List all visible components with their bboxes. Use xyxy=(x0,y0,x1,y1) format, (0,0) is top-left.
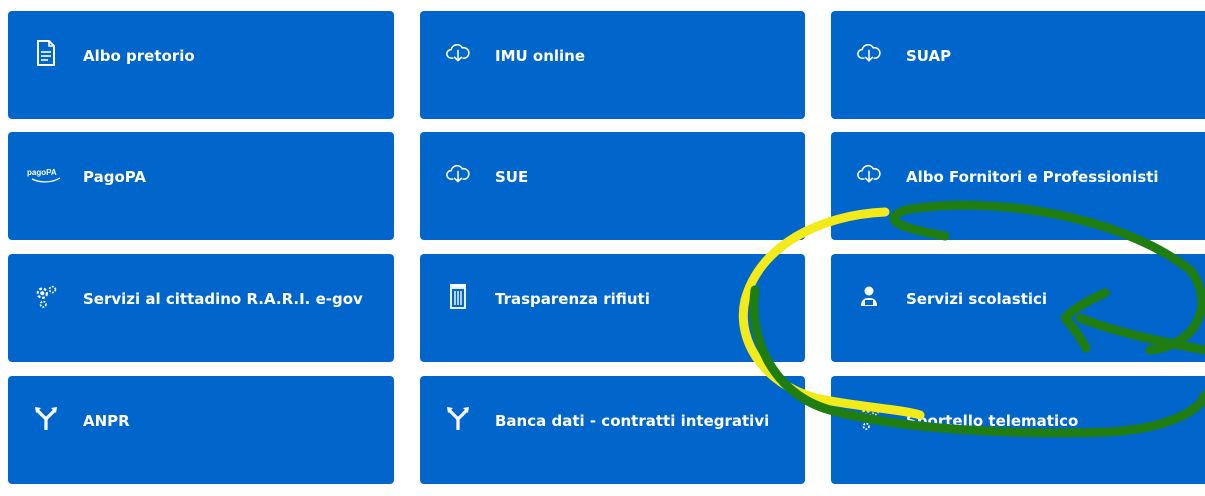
tile-albo-fornitori[interactable]: Albo Fornitori e Professionisti xyxy=(831,132,1205,240)
tile-servizi-cittadino[interactable]: Servizi al cittadino R.A.R.I. e-gov xyxy=(8,254,394,362)
cloud-download-icon xyxy=(446,39,470,67)
svg-text:pagoPA: pagoPA xyxy=(27,168,57,177)
tile-imu-online[interactable]: IMU online xyxy=(420,11,805,119)
tile-banca-dati[interactable]: Banca dati - contratti integrativi xyxy=(420,376,805,484)
cloud-download-icon xyxy=(857,39,881,67)
tile-label: Servizi al cittadino R.A.R.I. e-gov xyxy=(83,290,363,308)
tile-label: IMU online xyxy=(495,47,586,65)
tile-servizi-scolastici[interactable]: Servizi scolastici xyxy=(831,254,1205,362)
tile-albo-pretorio[interactable]: Albo pretorio xyxy=(8,11,394,119)
tile-anpr[interactable]: ANPR xyxy=(8,376,394,484)
student-icon xyxy=(857,282,881,310)
tile-label: Servizi scolastici xyxy=(906,290,1048,308)
tile-pagopa[interactable]: pagoPA PagoPA xyxy=(8,132,394,240)
tile-label: Trasparenza rifiuti xyxy=(495,290,650,308)
pagopa-icon: pagoPA xyxy=(26,160,66,188)
tile-label: PagoPA xyxy=(83,168,146,186)
tile-label: SUAP xyxy=(906,47,952,65)
gears-icon xyxy=(34,282,58,310)
tile-label: SUE xyxy=(495,168,529,186)
tile-sportello-telematico[interactable]: Sportello telematico xyxy=(831,376,1205,484)
cloud-download-icon xyxy=(446,160,470,188)
tile-suap[interactable]: SUAP xyxy=(831,11,1205,119)
tile-label: Albo pretorio xyxy=(83,47,195,65)
fork-arrows-icon xyxy=(446,404,470,432)
tile-label: Sportello telematico xyxy=(906,412,1079,430)
tile-label: ANPR xyxy=(83,412,130,430)
tile-trasparenza-rifiuti[interactable]: Trasparenza rifiuti xyxy=(420,254,805,362)
tile-sue[interactable]: SUE xyxy=(420,132,805,240)
cloud-download-icon xyxy=(857,160,881,188)
tile-label: Albo Fornitori e Professionisti xyxy=(906,168,1159,186)
fork-arrows-icon xyxy=(34,404,58,432)
trash-bin-icon xyxy=(446,282,470,310)
services-grid: Albo pretorio IMU online SUAP pagoPA Pag… xyxy=(0,0,1205,496)
gears-icon xyxy=(857,404,881,432)
document-icon xyxy=(34,39,58,67)
tile-label: Banca dati - contratti integrativi xyxy=(495,412,770,430)
